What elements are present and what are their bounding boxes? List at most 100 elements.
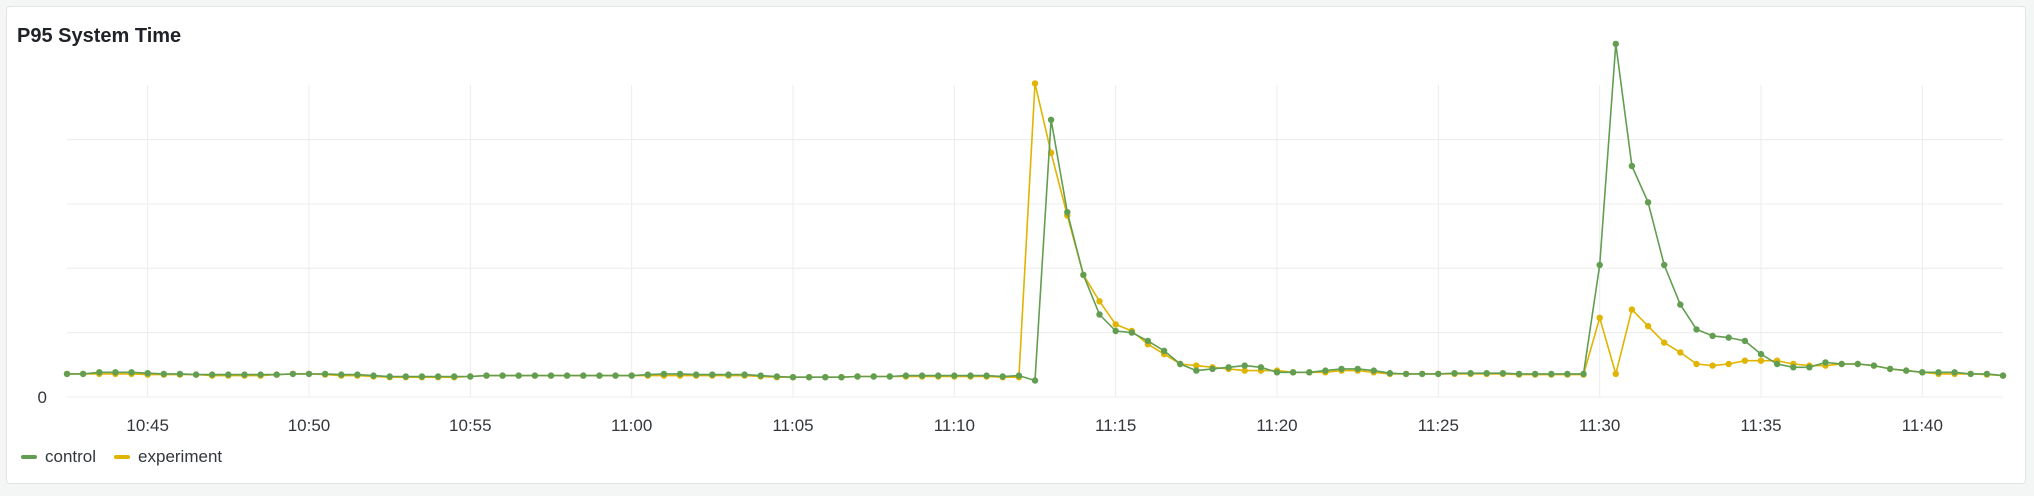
data-point-control[interactable] xyxy=(1886,365,1894,373)
data-point-control[interactable] xyxy=(1322,367,1329,374)
data-point-control[interactable] xyxy=(1725,334,1732,341)
data-point-control[interactable] xyxy=(1451,370,1458,377)
data-point-control[interactable] xyxy=(1064,209,1071,216)
data-point-control[interactable] xyxy=(1402,370,1410,378)
data-point-experiment[interactable] xyxy=(1096,298,1103,305)
data-point-control[interactable] xyxy=(370,372,377,379)
data-point-control[interactable] xyxy=(1306,369,1313,376)
data-point-control[interactable] xyxy=(951,372,958,379)
data-point-control[interactable] xyxy=(451,373,458,380)
data-point-control[interactable] xyxy=(112,369,119,376)
data-point-control[interactable] xyxy=(1790,364,1797,371)
data-point-experiment[interactable] xyxy=(1661,339,1668,346)
data-point-control[interactable] xyxy=(1903,367,1910,374)
data-point-control[interactable] xyxy=(725,371,732,378)
data-point-control[interactable] xyxy=(1999,372,2007,379)
data-point-control[interactable] xyxy=(1080,271,1087,279)
data-point-control[interactable] xyxy=(1596,261,1603,269)
data-point-control[interactable] xyxy=(499,372,506,379)
data-point-experiment[interactable] xyxy=(1725,360,1732,368)
data-point-control[interactable] xyxy=(1144,337,1152,345)
data-point-control[interactable] xyxy=(1935,369,1942,376)
data-point-control[interactable] xyxy=(144,370,151,377)
data-point-control[interactable] xyxy=(1112,327,1119,335)
data-point-control[interactable] xyxy=(1370,367,1378,374)
data-point-control[interactable] xyxy=(789,374,797,381)
data-point-control[interactable] xyxy=(1644,199,1652,206)
data-point-control[interactable] xyxy=(854,373,861,380)
data-point-experiment[interactable] xyxy=(1596,314,1603,321)
data-point-experiment[interactable] xyxy=(1112,321,1119,328)
data-point-control[interactable] xyxy=(225,371,232,378)
data-point-control[interactable] xyxy=(515,372,522,379)
data-point-experiment[interactable] xyxy=(1757,357,1765,364)
data-point-control[interactable] xyxy=(1177,360,1184,368)
data-point-control[interactable] xyxy=(273,371,280,378)
data-point-experiment[interactable] xyxy=(1741,357,1749,364)
data-point-control[interactable] xyxy=(935,372,942,379)
data-point-control[interactable] xyxy=(1128,329,1136,336)
data-point-control[interactable] xyxy=(338,371,345,378)
data-point-control[interactable] xyxy=(1499,370,1507,377)
data-point-control[interactable] xyxy=(822,374,829,381)
data-point-control[interactable] xyxy=(1628,162,1636,170)
data-point-control[interactable] xyxy=(1531,370,1539,378)
data-point-control[interactable] xyxy=(192,371,200,378)
data-point-control[interactable] xyxy=(967,372,974,379)
data-point-control[interactable] xyxy=(563,372,571,379)
data-point-control[interactable] xyxy=(209,371,216,378)
data-point-control[interactable] xyxy=(628,372,635,379)
data-point-control[interactable] xyxy=(1548,370,1555,378)
data-point-control[interactable] xyxy=(1870,362,1878,369)
data-point-experiment[interactable] xyxy=(1628,306,1636,313)
data-point-control[interactable] xyxy=(886,373,893,380)
data-point-control[interactable] xyxy=(386,373,393,380)
data-point-control[interactable] xyxy=(693,371,700,378)
data-point-control[interactable] xyxy=(1047,116,1055,124)
data-point-control[interactable] xyxy=(1193,367,1200,374)
data-point-control[interactable] xyxy=(63,370,71,378)
data-point-control[interactable] xyxy=(918,372,926,379)
data-point-control[interactable] xyxy=(1677,301,1684,308)
data-point-control[interactable] xyxy=(757,372,764,379)
data-point-control[interactable] xyxy=(1661,261,1668,269)
legend-item-control[interactable]: control xyxy=(21,447,96,467)
data-point-experiment[interactable] xyxy=(1693,360,1700,368)
data-point-control[interactable] xyxy=(1225,364,1232,371)
data-point-experiment[interactable] xyxy=(1677,349,1684,356)
data-point-control[interactable] xyxy=(676,370,684,378)
data-point-control[interactable] xyxy=(1031,377,1039,384)
data-point-control[interactable] xyxy=(1919,369,1926,376)
data-point-control[interactable] xyxy=(1483,370,1490,377)
data-point-control[interactable] xyxy=(580,372,587,379)
data-point-control[interactable] xyxy=(741,371,748,378)
data-point-control[interactable] xyxy=(983,372,990,379)
data-point-control[interactable] xyxy=(1822,359,1829,366)
data-point-control[interactable] xyxy=(418,373,426,380)
data-point-control[interactable] xyxy=(241,371,248,378)
data-point-control[interactable] xyxy=(1515,370,1523,378)
data-point-control[interactable] xyxy=(902,372,910,379)
data-point-control[interactable] xyxy=(709,371,716,378)
data-point-control[interactable] xyxy=(773,373,781,380)
data-point-control[interactable] xyxy=(531,372,539,379)
data-point-control[interactable] xyxy=(79,370,87,378)
data-point-control[interactable] xyxy=(1983,370,1991,378)
data-point-control[interactable] xyxy=(1096,311,1103,318)
data-point-control[interactable] xyxy=(160,370,167,378)
data-point-control[interactable] xyxy=(1289,369,1297,376)
data-point-experiment[interactable] xyxy=(1709,362,1716,369)
data-point-experiment[interactable] xyxy=(1644,322,1652,330)
data-point-control[interactable] xyxy=(838,374,845,381)
data-point-control[interactable] xyxy=(1612,40,1620,48)
data-point-control[interactable] xyxy=(1273,369,1281,376)
data-point-control[interactable] xyxy=(128,369,135,376)
data-point-control[interactable] xyxy=(1741,337,1749,345)
data-point-control[interactable] xyxy=(434,373,442,380)
data-point-experiment[interactable] xyxy=(1612,370,1620,378)
data-point-control[interactable] xyxy=(176,370,184,378)
data-point-control[interactable] xyxy=(547,372,555,379)
data-point-experiment[interactable] xyxy=(1031,80,1039,87)
data-point-control[interactable] xyxy=(660,370,668,378)
data-point-control[interactable] xyxy=(612,372,619,379)
